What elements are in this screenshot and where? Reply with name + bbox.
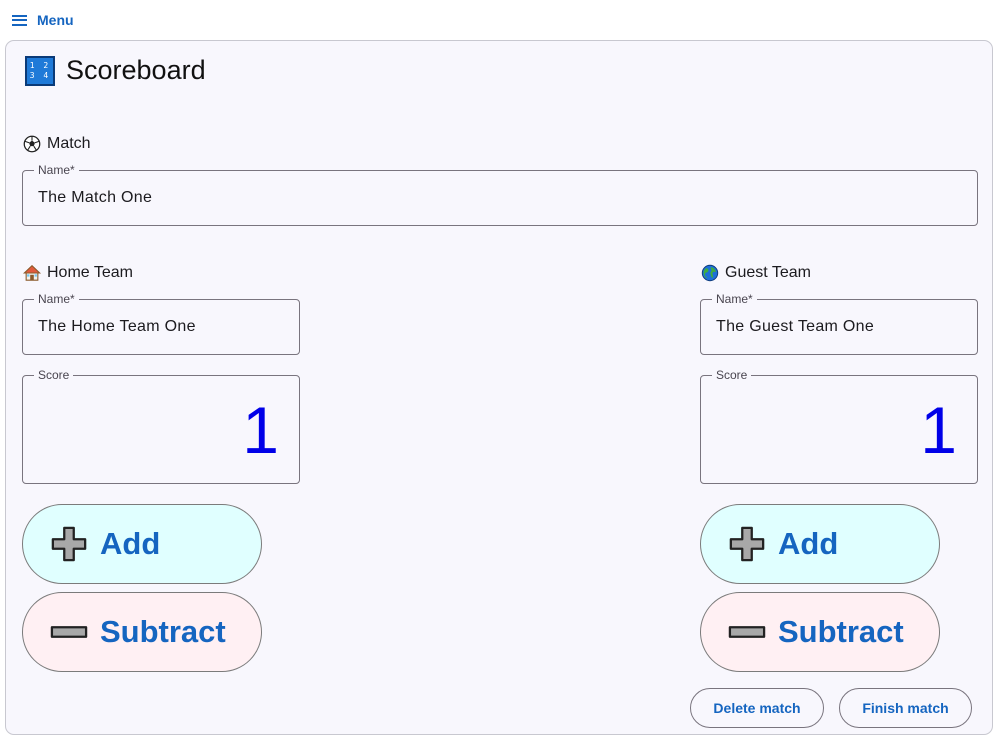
- delete-match-button[interactable]: Delete match: [690, 688, 824, 728]
- guest-team-name-value: The Guest Team One: [716, 318, 875, 335]
- home-team-name-field[interactable]: Name* The Home Team One: [22, 292, 300, 355]
- home-score-label: Score: [34, 368, 74, 382]
- menu-button[interactable]: Menu: [12, 9, 74, 31]
- plus-icon: [51, 526, 87, 562]
- home-subtract-button[interactable]: Subtract: [22, 592, 262, 672]
- hamburger-icon: [12, 14, 27, 26]
- page-title-text: Scoreboard: [66, 55, 206, 85]
- home-team-name-value: The Home Team One: [38, 318, 196, 335]
- house-icon: [23, 265, 41, 281]
- match-name-field[interactable]: Name* The Match One: [22, 163, 978, 226]
- guest-team-heading: Guest Team: [701, 264, 811, 282]
- soccer-ball-icon: [23, 135, 41, 153]
- numbers-keycap-icon: 1 2 3 4: [25, 55, 55, 86]
- guest-add-label: Add: [778, 526, 839, 561]
- globe-icon: [701, 264, 719, 282]
- home-score-field[interactable]: Score 1: [22, 368, 300, 484]
- page-title: 1 2 3 4 Scoreboard: [25, 55, 206, 86]
- home-add-label: Add: [100, 526, 161, 561]
- guest-add-button[interactable]: Add: [700, 504, 940, 584]
- guest-score-field[interactable]: Score 1: [700, 368, 978, 484]
- home-add-button[interactable]: Add: [22, 504, 262, 584]
- minus-icon: [728, 626, 766, 638]
- guest-subtract-label: Subtract: [778, 614, 904, 649]
- plus-icon: [729, 526, 765, 562]
- guest-subtract-button[interactable]: Subtract: [700, 592, 940, 672]
- match-heading-text: Match: [47, 135, 91, 152]
- home-score-value: 1: [242, 393, 279, 467]
- match-heading: Match: [23, 135, 91, 153]
- scoreboard-card: 1 2 3 4 Scoreboard Match Name* The Match…: [5, 40, 993, 735]
- home-team-heading-text: Home Team: [47, 264, 133, 281]
- guest-team-heading-text: Guest Team: [725, 264, 811, 281]
- home-team-heading: Home Team: [23, 264, 133, 282]
- match-name-value: The Match One: [38, 189, 153, 206]
- guest-team-name-field[interactable]: Name* The Guest Team One: [700, 292, 978, 355]
- minus-icon: [50, 626, 88, 638]
- home-subtract-label: Subtract: [100, 614, 226, 649]
- guest-score-label: Score: [712, 368, 752, 382]
- guest-score-value: 1: [920, 393, 957, 467]
- menu-label: Menu: [37, 12, 74, 28]
- finish-match-button[interactable]: Finish match: [839, 688, 972, 728]
